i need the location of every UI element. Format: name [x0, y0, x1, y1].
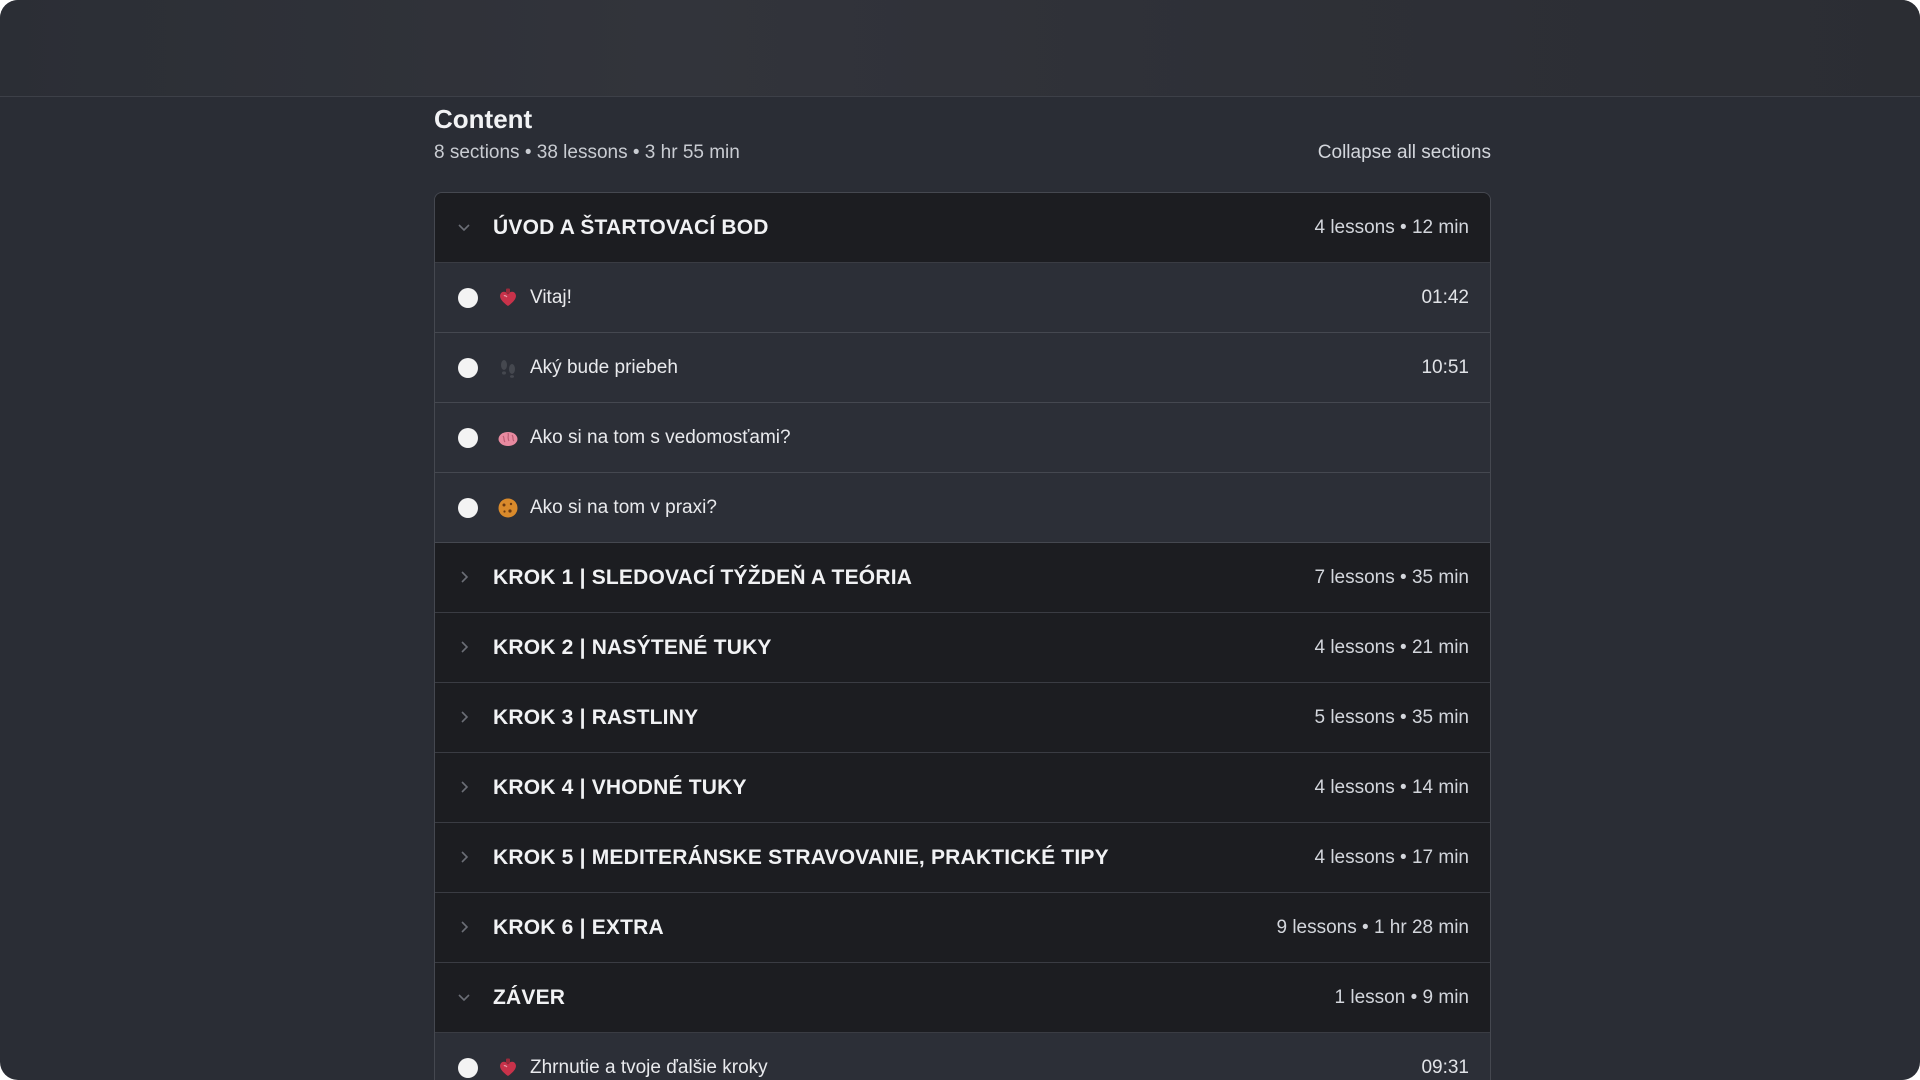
lesson-complete-radio[interactable]: [458, 358, 478, 378]
chevron-right-icon: [461, 641, 469, 653]
lesson-item[interactable]: Zhrnutie a tvoje ďalšie kroky 09:31: [435, 1033, 1490, 1080]
cookie-icon: [498, 498, 518, 518]
lesson-duration: 09:31: [1421, 1057, 1469, 1078]
section-header-zaver[interactable]: ZÁVER 1 lesson • 9 min: [435, 963, 1490, 1033]
section-title: KROK 5 | MEDITERÁNSKE STRAVOVANIE, PRAKT…: [493, 846, 1109, 869]
lesson-duration: 01:42: [1421, 287, 1469, 308]
section-meta: 9 lessons • 1 hr 28 min: [1276, 917, 1469, 938]
lesson-item[interactable]: Ako si na tom v praxi?: [435, 473, 1490, 543]
section-meta: 4 lessons • 17 min: [1314, 847, 1469, 868]
section-header-krok-4[interactable]: KROK 4 | VHODNÉ TUKY 4 lessons • 14 min: [435, 753, 1490, 823]
lesson-complete-radio[interactable]: [458, 288, 478, 308]
lesson-title: Aký bude priebeh: [530, 357, 678, 378]
section-title: KROK 3 | RASTLINY: [493, 706, 699, 729]
content-summary: 8 sections • 38 lessons • 3 hr 55 min: [434, 142, 740, 163]
section-title: KROK 2 | NASÝTENÉ TUKY: [493, 636, 772, 659]
section-meta: 4 lessons • 12 min: [1314, 217, 1469, 238]
heart-icon: [500, 1058, 516, 1076]
collapse-all-sections-button[interactable]: Collapse all sections: [1318, 138, 1491, 168]
lesson-title: Ako si na tom s vedomosťami?: [530, 427, 791, 448]
content-summary-row: 8 sections • 38 lessons • 3 hr 55 min Co…: [434, 138, 1491, 168]
lesson-complete-radio[interactable]: [458, 1058, 478, 1078]
top-bar: [0, 0, 1920, 97]
chevron-right-icon: [461, 711, 469, 723]
section-meta: 4 lessons • 14 min: [1314, 777, 1469, 798]
lesson-duration: 10:51: [1421, 357, 1469, 378]
heart-icon: [500, 288, 516, 306]
section-header-krok-5[interactable]: KROK 5 | MEDITERÁNSKE STRAVOVANIE, PRAKT…: [435, 823, 1490, 893]
lesson-item[interactable]: Vitaj! 01:42: [435, 263, 1490, 333]
section-title: KROK 6 | EXTRA: [493, 916, 664, 939]
section-title: ZÁVER: [493, 986, 566, 1009]
footprints-icon: [501, 360, 515, 378]
brain-icon: [498, 432, 518, 446]
chevron-right-icon: [461, 781, 469, 793]
lesson-complete-radio[interactable]: [458, 428, 478, 448]
section-meta: 7 lessons • 35 min: [1314, 567, 1469, 588]
section-header-krok-3[interactable]: KROK 3 | RASTLINY 5 lessons • 35 min: [435, 683, 1490, 753]
section-list: ÚVOD A ŠTARTOVACÍ BOD 4 lessons • 12 min…: [434, 192, 1491, 1080]
chevron-down-icon: [458, 994, 470, 1002]
section-meta: 5 lessons • 35 min: [1314, 707, 1469, 728]
content-title: Content: [434, 104, 533, 134]
lesson-title: Ako si na tom v praxi?: [530, 497, 717, 518]
section-header-uvod[interactable]: ÚVOD A ŠTARTOVACÍ BOD 4 lessons • 12 min: [435, 193, 1490, 263]
section-meta: 1 lesson • 9 min: [1334, 987, 1469, 1008]
lesson-complete-radio[interactable]: [458, 498, 478, 518]
lesson-title: Vitaj!: [530, 287, 572, 308]
section-header-krok-6[interactable]: KROK 6 | EXTRA 9 lessons • 1 hr 28 min: [435, 893, 1490, 963]
course-content-window: Content 8 sections • 38 lessons • 3 hr 5…: [0, 0, 1920, 1080]
section-title: KROK 1 | SLEDOVACÍ TÝŽDEŇ A TEÓRIA: [493, 566, 913, 589]
lesson-item[interactable]: Aký bude priebeh 10:51: [435, 333, 1490, 403]
chevron-right-icon: [461, 571, 469, 583]
chevron-right-icon: [461, 851, 469, 863]
section-title: KROK 4 | VHODNÉ TUKY: [493, 776, 747, 799]
chevron-down-icon: [458, 224, 470, 232]
content-panel: Content 8 sections • 38 lessons • 3 hr 5…: [434, 96, 1491, 1080]
section-title: ÚVOD A ŠTARTOVACÍ BOD: [493, 216, 769, 239]
lesson-title: Zhrnutie a tvoje ďalšie kroky: [530, 1057, 768, 1078]
chevron-right-icon: [461, 921, 469, 933]
section-header-krok-2[interactable]: KROK 2 | NASÝTENÉ TUKY 4 lessons • 21 mi…: [435, 613, 1490, 683]
section-header-krok-1[interactable]: KROK 1 | SLEDOVACÍ TÝŽDEŇ A TEÓRIA 7 les…: [435, 543, 1490, 613]
lesson-item[interactable]: Ako si na tom s vedomosťami?: [435, 403, 1490, 473]
section-meta: 4 lessons • 21 min: [1314, 637, 1469, 658]
